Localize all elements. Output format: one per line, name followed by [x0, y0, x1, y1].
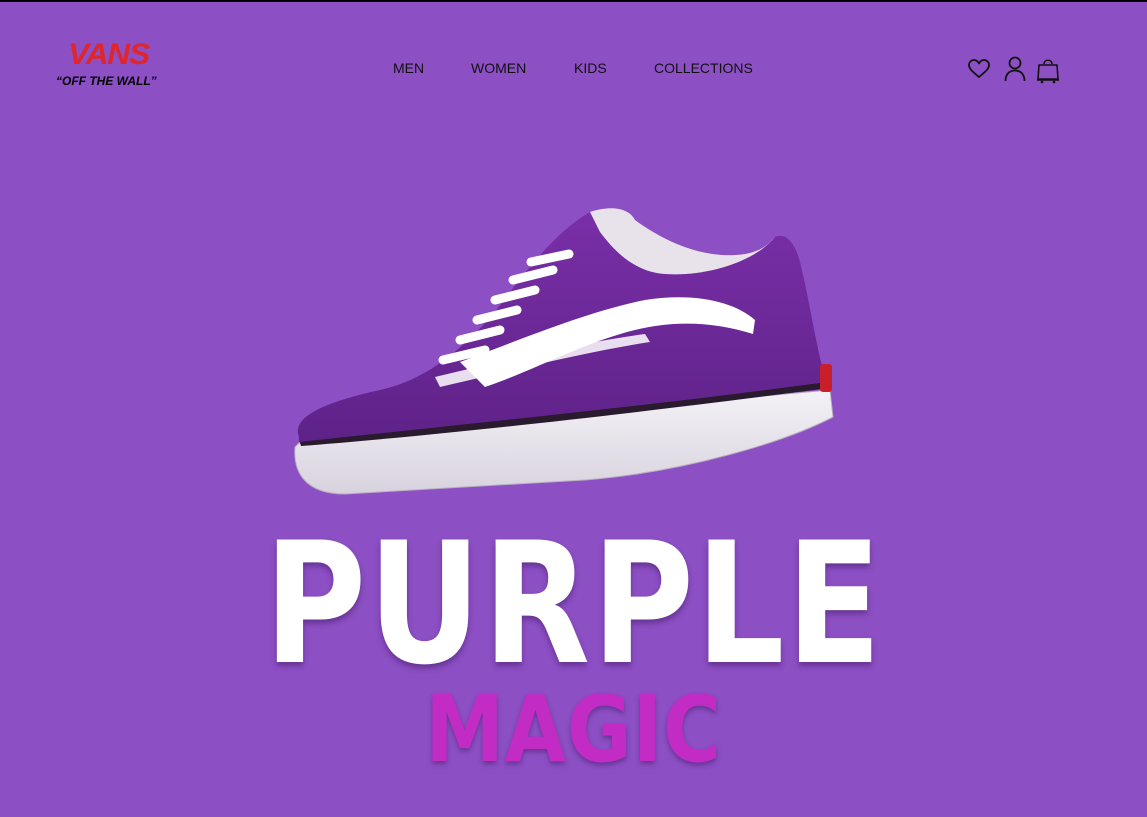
user-icon[interactable]: [1004, 56, 1026, 87]
header-icons: [968, 56, 1068, 86]
logo-wordmark: VANS: [68, 38, 150, 71]
hero-title: PURPLE: [264, 506, 884, 702]
hero-subtitle: MAGIC: [425, 676, 722, 783]
logo-tagline: “OFF THE WALL”: [56, 74, 157, 88]
hero-sneaker-image: [285, 202, 845, 502]
brand-logo[interactable]: VANS “OFF THE WALL”: [56, 40, 171, 92]
shopping-bag-icon[interactable]: [1036, 56, 1060, 89]
nav-item-women[interactable]: WOMEN: [471, 60, 526, 76]
nav-item-collections[interactable]: COLLECTIONS: [654, 60, 753, 76]
nav-item-kids[interactable]: KIDS: [574, 60, 607, 76]
nav-item-men[interactable]: MEN: [393, 60, 424, 76]
heart-icon[interactable]: [968, 59, 990, 84]
